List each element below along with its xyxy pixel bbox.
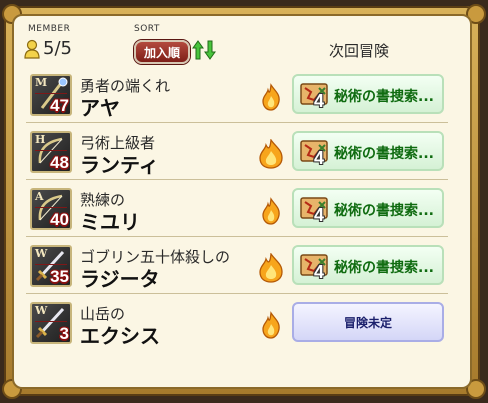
quest-button[interactable]: 4 秘術の書捜索... [292, 245, 444, 285]
member-name: ラジータ [80, 267, 160, 291]
job-badge: W 35 [30, 245, 72, 287]
level-value: 48 [50, 153, 69, 172]
fatigue-flame-icon [259, 253, 283, 283]
level-value: 47 [50, 96, 69, 115]
quest-name: 秘術の書捜索... [334, 203, 434, 219]
member-row[interactable]: W 35 ゴブリン五十体殺しの ラジータ 4 秘術の書捜索... [26, 241, 448, 294]
member-row[interactable]: H 48 弓術上級者 ランティ 4 秘術の書捜索... [26, 127, 448, 180]
level-value: 40 [50, 210, 69, 229]
fatigue-flame-icon [262, 197, 280, 225]
member-count: 5/5 [24, 38, 72, 59]
level-rule [35, 321, 67, 322]
quest-button[interactable]: 4 秘術の書捜索... [292, 188, 444, 228]
level-rule [35, 150, 67, 151]
sort-order-button[interactable]: 加入順 [134, 40, 190, 64]
quest-count: 4 [314, 91, 325, 111]
member-label: MEMBER [28, 24, 71, 34]
job-badge: A 40 [30, 188, 72, 230]
job-badge: M 47 [30, 74, 72, 116]
sort-direction-toggle-icon[interactable] [192, 39, 216, 61]
job-badge: W 3 [30, 302, 72, 344]
quest-count: 4 [314, 262, 325, 282]
fatigue-flame-icon [262, 83, 280, 111]
adventure-undecided-button[interactable]: 冒険未定 [292, 302, 444, 342]
member-name: アヤ [80, 96, 120, 120]
level-rule [35, 207, 67, 208]
sort-label: SORT [134, 24, 160, 34]
job-badge: H 48 [30, 131, 72, 173]
quest-name: 秘術の書捜索... [334, 260, 434, 276]
level-rule [35, 264, 67, 265]
fatigue-flame-icon [259, 139, 283, 169]
member-row[interactable]: A 40 熟練の ミユリ 4 秘術の書捜索... [26, 184, 448, 237]
member-row[interactable]: M 47 勇者の端くれ アヤ 4 秘術の書捜索... [26, 70, 448, 123]
quest-name: 秘術の書捜索... [334, 146, 434, 162]
person-icon [24, 39, 40, 59]
member-name: ランティ [80, 153, 159, 177]
quest-count: 4 [314, 148, 325, 168]
quest-button[interactable]: 4 秘術の書捜索... [292, 131, 444, 171]
fatigue-flame-icon [262, 311, 280, 339]
quest-button[interactable]: 4 秘術の書捜索... [292, 74, 444, 114]
member-count-value: 5/5 [43, 38, 72, 59]
level-value: 35 [50, 267, 69, 286]
member-name: エクシス [80, 324, 160, 348]
quest-name: 秘術の書捜索... [334, 89, 434, 105]
member-name: ミユリ [80, 210, 140, 234]
next-adventure-header: 次回冒険 [329, 42, 390, 60]
level-rule [35, 93, 67, 94]
member-row[interactable]: W 3 山岳の エクシス 冒険未定 [26, 298, 448, 350]
quest-count: 4 [314, 205, 325, 225]
level-value: 3 [59, 324, 69, 343]
